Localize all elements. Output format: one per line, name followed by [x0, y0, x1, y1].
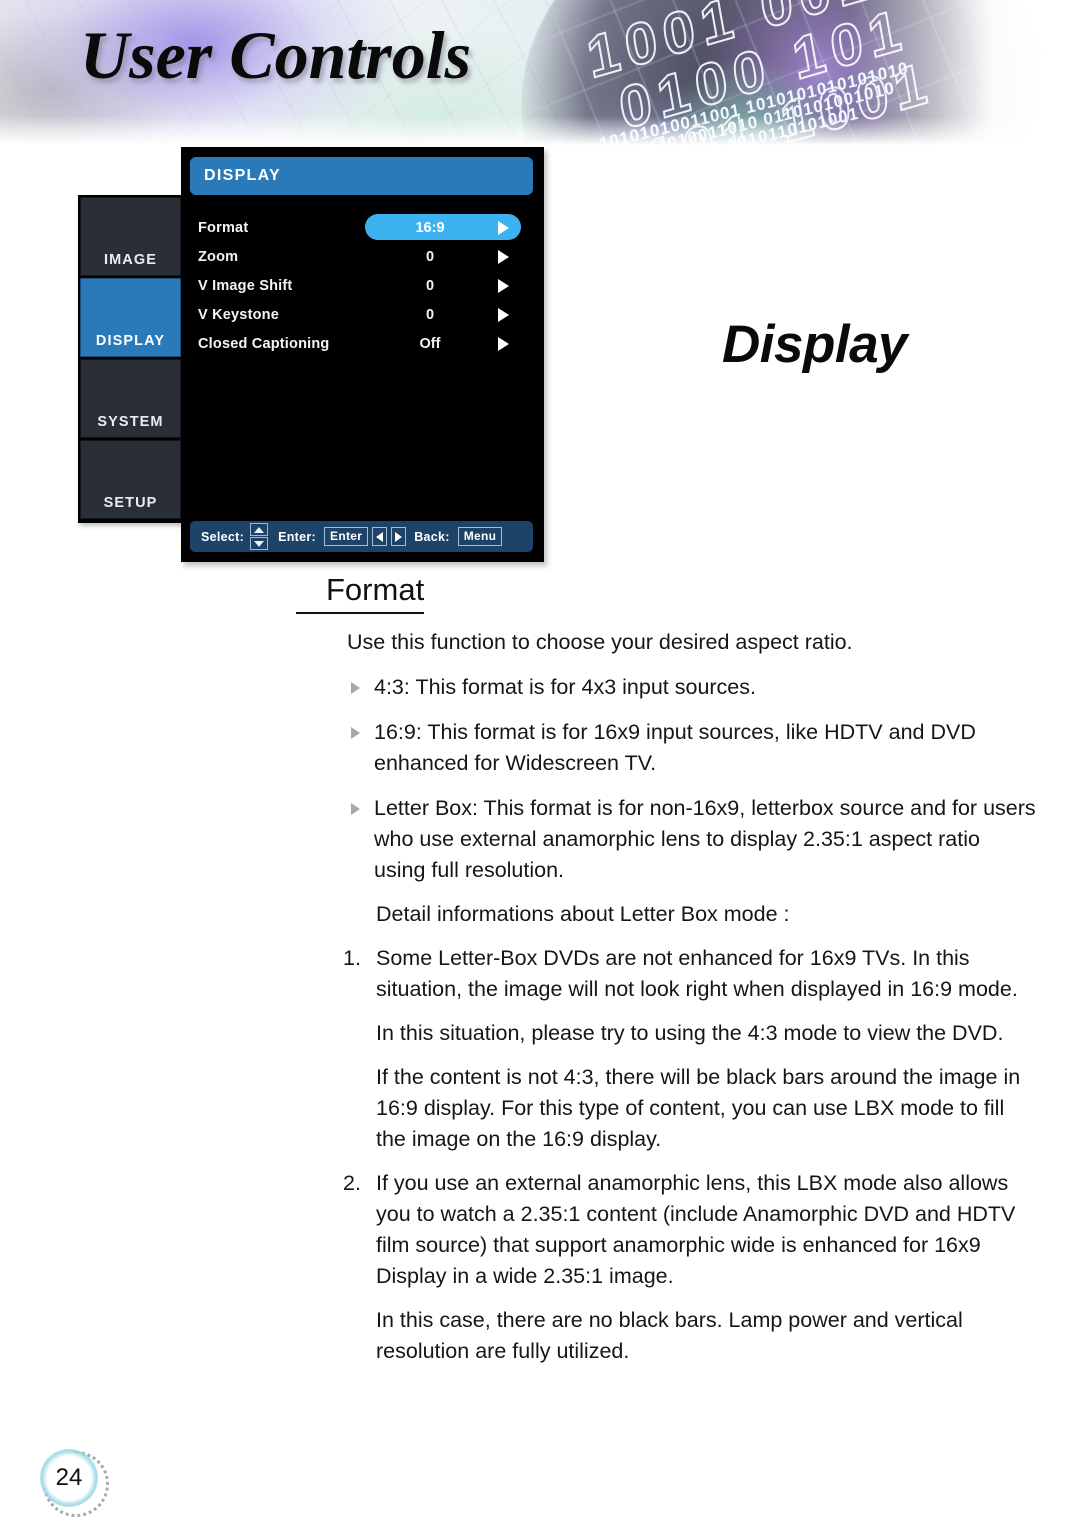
- triangle-bullet-icon: [351, 727, 360, 739]
- list-item: 16:9: This format is for 16x9 input sour…: [296, 717, 1036, 779]
- numbered-item: 2. If you use an external anamorphic len…: [296, 1168, 1036, 1292]
- osd-tab-system[interactable]: SYSTEM: [80, 359, 181, 438]
- osd-menu-screenshot: IMAGE DISPLAY SYSTEM SETUP DISPLAY Forma…: [78, 147, 544, 565]
- format-heading-wrap: Format: [296, 572, 1036, 614]
- osd-footer-hints: Select: Enter: Enter Back: Menu: [190, 521, 533, 552]
- osd-tab-display[interactable]: DISPLAY: [80, 278, 181, 357]
- osd-row-label: Closed Captioning: [198, 335, 330, 352]
- banner-fade-bottom: [0, 116, 1080, 150]
- osd-tab-image[interactable]: IMAGE: [80, 197, 181, 276]
- numbered-item-marker: 2.: [343, 1171, 361, 1195]
- arrow-right-icon[interactable]: [391, 527, 407, 546]
- list-item-text: 4:3: This format is for 4x3 input source…: [374, 675, 756, 699]
- osd-row-v-keystone[interactable]: V Keystone 0: [190, 300, 536, 329]
- osd-row-value: 0: [425, 306, 435, 323]
- updown-spinner[interactable]: [250, 523, 269, 550]
- osd-row-format[interactable]: Format 16:9: [190, 213, 536, 242]
- osd-row-label: V Image Shift: [198, 277, 293, 294]
- chevron-right-icon[interactable]: [498, 336, 509, 351]
- section-title: Display: [722, 315, 908, 374]
- enter-hint-label: Enter:: [278, 529, 317, 544]
- page-number-badge: 24: [40, 1448, 109, 1517]
- page-number: 24: [55, 1464, 83, 1491]
- numbered-item-text: If you use an external anamorphic lens, …: [376, 1171, 1016, 1288]
- format-heading: Format: [296, 572, 425, 614]
- content-body: Format Use this function to choose your …: [296, 572, 1036, 1367]
- chevron-right-icon[interactable]: [498, 307, 509, 322]
- osd-row-closed-captioning[interactable]: Closed Captioning Off: [190, 329, 536, 358]
- select-hint-label: Select:: [201, 529, 245, 544]
- osd-sidebar: IMAGE DISPLAY SYSTEM SETUP: [78, 195, 183, 523]
- osd-row-label: Format: [198, 219, 249, 236]
- osd-panel: DISPLAY Format 16:9 Zoom 0 V Image Shift…: [181, 147, 544, 562]
- numbered-item-text: Some Letter-Box DVDs are not enhanced fo…: [376, 946, 1018, 1001]
- numbered-item-marker: 1.: [343, 946, 361, 970]
- osd-row-value: 0: [425, 248, 435, 265]
- list-item: 4:3: This format is for 4x3 input source…: [296, 672, 1036, 703]
- osd-menu-list: Format 16:9 Zoom 0 V Image Shift 0 V Key…: [190, 213, 536, 358]
- intro-paragraph: Use this function to choose your desired…: [347, 630, 853, 654]
- numbered-item: 1. Some Letter-Box DVDs are not enhanced…: [296, 943, 1036, 1005]
- arrow-down-icon[interactable]: [250, 537, 269, 550]
- list-item: Letter Box: This format is for non-16x9,…: [296, 793, 1036, 886]
- triangle-bullet-icon: [351, 682, 360, 694]
- enter-key-badge[interactable]: Enter: [324, 527, 369, 546]
- osd-row-value: 0: [425, 277, 435, 294]
- chevron-right-icon[interactable]: [498, 278, 509, 293]
- numbered-subparagraph: In this case, there are no black bars. L…: [376, 1308, 963, 1363]
- triangle-bullet-icon: [351, 803, 360, 815]
- osd-row-value: 16:9: [415, 219, 445, 236]
- arrow-up-icon[interactable]: [250, 523, 269, 536]
- arrow-left-icon[interactable]: [372, 527, 388, 546]
- list-item-text: 16:9: This format is for 16x9 input sour…: [374, 720, 976, 775]
- osd-header-title: DISPLAY: [190, 157, 533, 195]
- osd-row-label: V Keystone: [198, 306, 279, 323]
- chevron-right-icon[interactable]: [498, 220, 509, 235]
- osd-row-label: Zoom: [198, 248, 239, 265]
- detail-lead-paragraph: Detail informations about Letter Box mod…: [376, 902, 790, 926]
- osd-tab-setup[interactable]: SETUP: [80, 440, 181, 519]
- osd-row-v-image-shift[interactable]: V Image Shift 0: [190, 271, 536, 300]
- chevron-right-icon[interactable]: [498, 249, 509, 264]
- osd-row-zoom[interactable]: Zoom 0: [190, 242, 536, 271]
- osd-row-value: Off: [419, 335, 441, 352]
- banner-title: User Controls: [80, 17, 472, 93]
- list-item-text: Letter Box: This format is for non-16x9,…: [374, 796, 1036, 882]
- back-hint-label: Back:: [414, 529, 450, 544]
- menu-key-badge[interactable]: Menu: [457, 527, 503, 546]
- page-header-banner: 1001 0011 0100 101 0101 1001 10101010011…: [0, 0, 1080, 150]
- numbered-subparagraph: In this situation, please try to using t…: [376, 1021, 1004, 1045]
- numbered-subparagraph: If the content is not 4:3, there will be…: [376, 1065, 1021, 1151]
